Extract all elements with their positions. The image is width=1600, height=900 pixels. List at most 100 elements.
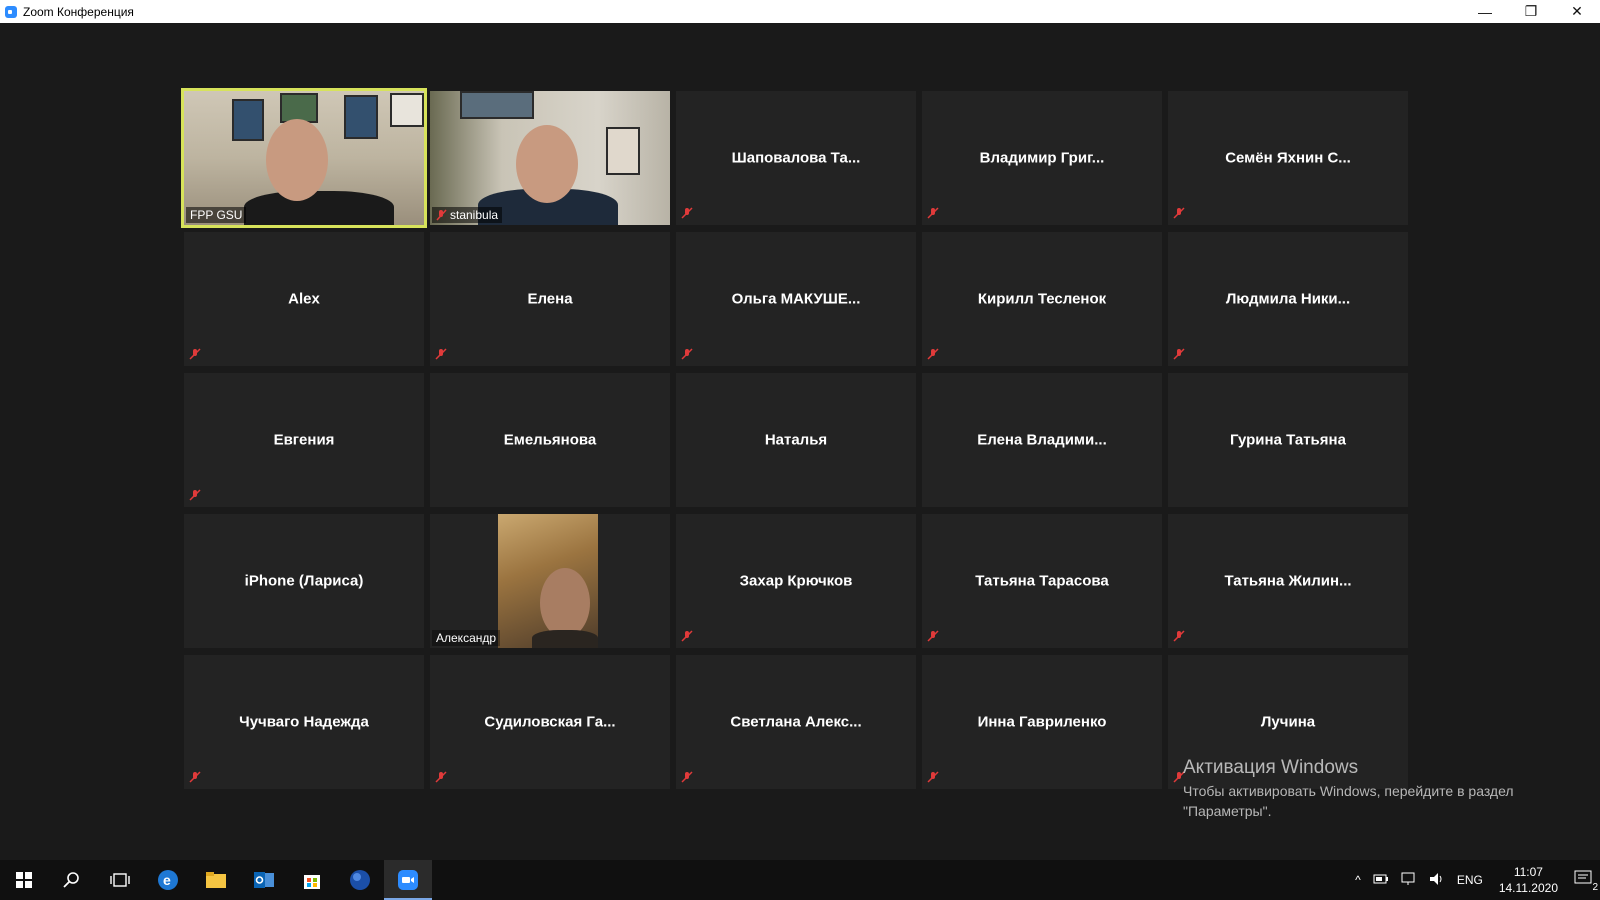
clock-time: 11:07 (1513, 865, 1543, 879)
participant-name: Кирилл Тесленок (977, 290, 1107, 308)
participant-name: Чучваго Надежда (239, 713, 369, 731)
muted-mic-icon (1173, 207, 1185, 219)
activation-text: Чтобы активировать Windows, перейдите в … (1183, 783, 1514, 819)
taskbar: e ^ ENG 11:07 14.11.2020 2 (0, 860, 1600, 900)
muted-mic-icon (927, 207, 939, 219)
minimize-button[interactable]: — (1462, 0, 1508, 23)
participant-tile[interactable]: Ольга МАКУШЕ... (676, 232, 916, 366)
muted-mic-icon (435, 771, 447, 783)
participant-tile[interactable]: Шаповалова Та... (676, 91, 916, 225)
system-tray: ^ ENG 11:07 14.11.2020 2 (1349, 860, 1600, 900)
svg-text:e: e (163, 872, 171, 888)
window-title: Zoom Конференция (23, 4, 134, 19)
browser-globe-icon[interactable] (336, 860, 384, 900)
windows-activation-watermark: Активация Windows Чтобы активировать Win… (1183, 757, 1553, 821)
window-controls: — ❐ ✕ (1462, 0, 1600, 23)
zoom-taskbar-icon[interactable] (384, 860, 432, 900)
muted-mic-icon (1173, 348, 1185, 360)
video-grid: FPP GSU stanibula Шаповалова Та... Влади… (181, 88, 1414, 789)
search-icon[interactable] (48, 860, 96, 900)
muted-mic-icon (681, 348, 693, 360)
participant-name-label: FPP GSU (186, 207, 247, 223)
participant-tile[interactable]: Судиловская Га... (430, 655, 670, 789)
volume-icon[interactable] (1429, 872, 1445, 889)
participant-tile[interactable]: stanibula (430, 91, 670, 225)
chevron-up-icon[interactable]: ^ (1355, 873, 1361, 887)
muted-mic-icon (927, 630, 939, 642)
participant-tile[interactable]: Евгения (184, 373, 424, 507)
participant-tile[interactable]: Семён Яхнин С... (1168, 91, 1408, 225)
participant-tile[interactable]: Емельянова (430, 373, 670, 507)
muted-mic-icon (681, 207, 693, 219)
language-indicator[interactable]: ENG (1457, 873, 1483, 887)
participant-tile[interactable]: Владимир Григ... (922, 91, 1162, 225)
participant-tile[interactable]: Наталья (676, 373, 916, 507)
participant-name: Семён Яхнин С... (1225, 149, 1351, 167)
participant-name: Захар Крючков (739, 572, 853, 590)
muted-mic-icon (189, 489, 201, 501)
participant-name: Alex (288, 290, 320, 308)
title-bar: Zoom Конференция — ❐ ✕ (0, 0, 1600, 23)
participant-name: Ольга МАКУШЕ... (731, 290, 861, 308)
network-icon[interactable] (1401, 872, 1417, 889)
muted-mic-icon (1173, 630, 1185, 642)
notifications-count: 2 (1592, 881, 1598, 893)
clock-date: 14.11.2020 (1498, 881, 1558, 895)
participant-tile[interactable]: iPhone (Лариса) (184, 514, 424, 648)
muted-mic-icon (435, 348, 447, 360)
task-view-icon[interactable] (96, 860, 144, 900)
muted-mic-icon (681, 771, 693, 783)
restore-button[interactable]: ❐ (1508, 0, 1554, 23)
participant-video (498, 514, 598, 648)
participant-name: iPhone (Лариса) (244, 572, 364, 590)
participant-name: Шаповалова Та... (731, 149, 861, 167)
participant-tile[interactable]: Гурина Татьяна (1168, 373, 1408, 507)
activation-title: Активация Windows (1183, 757, 1359, 778)
muted-mic-icon (436, 209, 447, 221)
muted-mic-icon (927, 348, 939, 360)
participant-name: Наталья (764, 431, 828, 449)
participant-tile[interactable]: Татьяна Тарасова (922, 514, 1162, 648)
clock[interactable]: 11:07 14.11.2020 (1499, 864, 1558, 896)
participant-name: Владимир Григ... (979, 149, 1105, 167)
participant-tile[interactable]: Елена (430, 232, 670, 366)
participant-tile[interactable]: Инна Гавриленко (922, 655, 1162, 789)
participant-name: Гурина Татьяна (1230, 431, 1346, 449)
participant-tile[interactable]: Чучваго Надежда (184, 655, 424, 789)
participant-name: Людмила Ники... (1225, 290, 1351, 308)
participant-name: Елена (527, 290, 573, 308)
participant-name: Судиловская Га... (484, 713, 616, 731)
participant-name: Елена Владими... (977, 431, 1107, 449)
outlook-icon[interactable] (240, 860, 288, 900)
participant-name: Евгения (273, 431, 335, 449)
notifications-icon[interactable]: 2 (1574, 870, 1598, 893)
zoom-app-icon (5, 5, 17, 18)
participant-tile[interactable]: Светлана Алекс... (676, 655, 916, 789)
participant-tile[interactable]: Alex (184, 232, 424, 366)
edge-icon[interactable]: e (144, 860, 192, 900)
participant-name-label: stanibula (432, 207, 503, 223)
close-button[interactable]: ✕ (1554, 0, 1600, 23)
battery-icon[interactable] (1373, 873, 1389, 887)
participant-name-label: Александр (432, 630, 501, 646)
participant-video (184, 91, 424, 225)
participant-tile[interactable]: Татьяна Жилин... (1168, 514, 1408, 648)
participant-tile[interactable]: Кирилл Тесленок (922, 232, 1162, 366)
participant-name: Татьяна Тарасова (975, 572, 1109, 590)
windows-start-icon[interactable] (0, 860, 48, 900)
file-explorer-icon[interactable] (192, 860, 240, 900)
participant-name: Светлана Алекс... (730, 713, 862, 731)
participant-tile[interactable]: Людмила Ники... (1168, 232, 1408, 366)
participant-video (430, 91, 670, 225)
participant-name: Татьяна Жилин... (1224, 572, 1352, 590)
participant-name: Инна Гавриленко (977, 713, 1107, 731)
participant-tile[interactable]: Александр (430, 514, 670, 648)
muted-mic-icon (681, 630, 693, 642)
participant-tile[interactable]: Елена Владими... (922, 373, 1162, 507)
participant-tile[interactable]: FPP GSU (181, 88, 427, 228)
store-icon[interactable] (288, 860, 336, 900)
participant-tile[interactable]: Захар Крючков (676, 514, 916, 648)
muted-mic-icon (189, 771, 201, 783)
muted-mic-icon (189, 348, 201, 360)
participant-name: Емельянова (503, 431, 597, 449)
